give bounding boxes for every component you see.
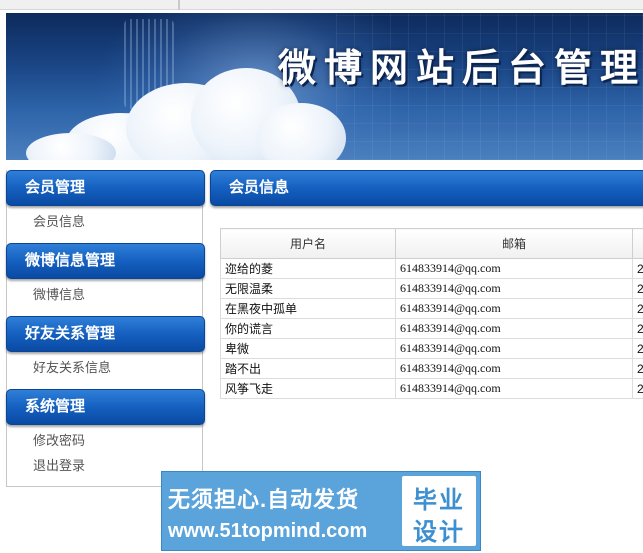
sidebar: 会员管理 会员信息 微博信息管理 微博信息 好友关系管理 好友关系信息 系统管理… — [6, 170, 205, 487]
table-row[interactable]: 踏不出 614833914@qq.com 2 — [220, 358, 643, 379]
watermark-slogan: 无须担心.自动发货 — [168, 487, 360, 512]
member-table: 用户名 邮箱 迩给的菱 614833914@qq.com 2 无限温柔 6148… — [220, 228, 643, 399]
sidebar-group-weibo[interactable]: 微博信息管理 — [6, 243, 205, 279]
table-row[interactable]: 卑微 614833914@qq.com 2 — [220, 338, 643, 359]
table-header-row: 用户名 邮箱 — [220, 228, 643, 259]
table-row[interactable]: 在黑夜中孤单 614833914@qq.com 2 — [220, 298, 643, 319]
site-title: 微博网站后台管理 — [278, 45, 643, 90]
page-title: 会员信息 — [210, 170, 643, 206]
cell-username: 无限温柔 — [220, 278, 396, 299]
cell-username: 迩给的菱 — [220, 258, 396, 279]
browser-top-strip — [0, 0, 643, 10]
cell-email: 614833914@qq.com — [395, 378, 633, 399]
table-row[interactable]: 你的谎言 614833914@qq.com 2 — [220, 318, 643, 339]
cell-username: 你的谎言 — [220, 318, 396, 339]
cell-extra: 2 — [632, 358, 643, 379]
sidebar-group-system[interactable]: 系统管理 — [6, 389, 205, 425]
header-banner: 微博网站后台管理 — [6, 13, 643, 160]
column-header-email[interactable]: 邮箱 — [395, 228, 633, 259]
sidebar-item-friend-info[interactable]: 好友关系信息 — [33, 357, 111, 376]
cell-extra: 2 — [632, 298, 643, 319]
cell-email: 614833914@qq.com — [395, 258, 633, 279]
watermark-badge: 毕业 设计 — [402, 476, 476, 546]
table-row[interactable]: 无限温柔 614833914@qq.com 2 — [220, 278, 643, 299]
column-header-username[interactable]: 用户名 — [220, 228, 396, 259]
sidebar-item-weibo-info[interactable]: 微博信息 — [33, 284, 85, 303]
table-row[interactable]: 迩给的菱 614833914@qq.com 2 — [220, 258, 643, 279]
sidebar-item-member-info[interactable]: 会员信息 — [33, 211, 85, 230]
watermark-url: www.51topmind.com — [168, 520, 368, 542]
cell-email: 614833914@qq.com — [395, 278, 633, 299]
watermark-advert: 无须担心.自动发货 www.51topmind.com 毕业 设计 — [161, 471, 481, 551]
table-row[interactable]: 风筝飞走 614833914@qq.com 2 — [220, 378, 643, 399]
cell-email: 614833914@qq.com — [395, 298, 633, 319]
watermark-badge-top: 毕业 — [413, 487, 465, 514]
watermark-badge-bottom: 设计 — [413, 519, 465, 546]
cell-email: 614833914@qq.com — [395, 358, 633, 379]
cell-username: 卑微 — [220, 338, 396, 359]
cell-extra: 2 — [632, 318, 643, 339]
sidebar-item-logout[interactable]: 退出登录 — [33, 455, 85, 474]
sidebar-item-change-password[interactable]: 修改密码 — [33, 430, 85, 449]
cell-username: 在黑夜中孤单 — [220, 298, 396, 319]
cell-extra: 2 — [632, 258, 643, 279]
cell-email: 614833914@qq.com — [395, 338, 633, 359]
cell-username: 风筝飞走 — [220, 378, 396, 399]
column-header-extra[interactable] — [632, 228, 643, 259]
sidebar-group-member[interactable]: 会员管理 — [6, 170, 205, 206]
cell-email: 614833914@qq.com — [395, 318, 633, 339]
cell-username: 踏不出 — [220, 358, 396, 379]
cell-extra: 2 — [632, 278, 643, 299]
sidebar-group-friends[interactable]: 好友关系管理 — [6, 316, 205, 352]
cell-extra: 2 — [632, 338, 643, 359]
cell-extra: 2 — [632, 378, 643, 399]
tab-edge — [178, 0, 180, 10]
